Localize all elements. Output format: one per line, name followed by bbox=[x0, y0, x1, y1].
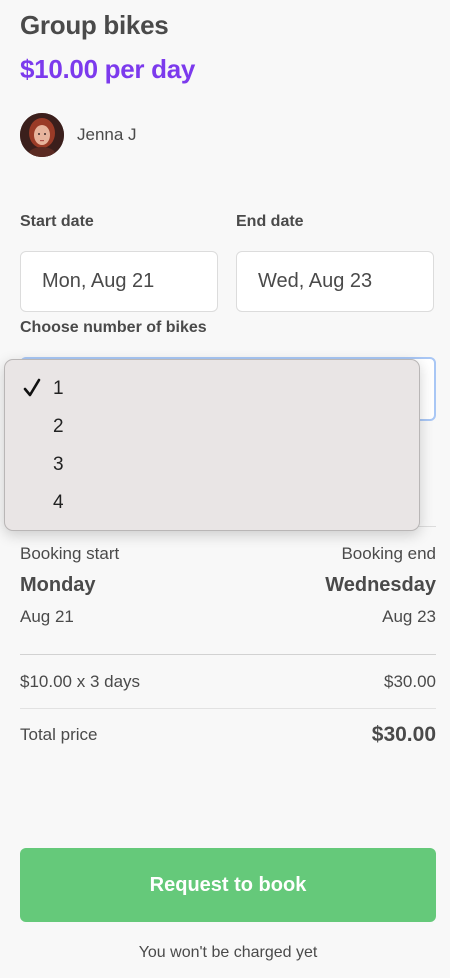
host-info: Jenna J bbox=[20, 113, 137, 157]
avatar-portrait-icon bbox=[20, 113, 64, 157]
bikes-option[interactable]: 4 bbox=[5, 484, 419, 522]
total-price-value: $30.00 bbox=[371, 723, 436, 746]
avatar[interactable] bbox=[20, 113, 64, 157]
charge-note: You won't be charged yet bbox=[138, 944, 318, 961]
booking-end-day: Wednesday bbox=[325, 574, 436, 596]
bikes-option-label: 1 bbox=[53, 378, 64, 399]
start-date-value: Mon, Aug 21 bbox=[42, 270, 155, 292]
bikes-label: Choose number of bikes bbox=[20, 319, 207, 336]
listing-title: Group bikes bbox=[20, 10, 169, 40]
line-item-value: $30.00 bbox=[384, 672, 436, 691]
booking-end-date: Aug 23 bbox=[382, 607, 436, 626]
listing-price: $10.00 per day bbox=[20, 54, 196, 84]
end-date-input[interactable]: Wed, Aug 23 bbox=[236, 251, 434, 312]
request-to-book-button[interactable]: Request to book bbox=[20, 848, 436, 922]
bikes-dropdown-menu: 1 2 3 4 bbox=[4, 359, 420, 531]
booking-start-label: Booking start bbox=[20, 544, 120, 563]
end-date-value: Wed, Aug 23 bbox=[258, 270, 373, 292]
start-date-label: Start date bbox=[20, 213, 94, 230]
bikes-option[interactable]: 2 bbox=[5, 408, 419, 446]
bikes-option[interactable]: 1 bbox=[5, 370, 419, 408]
host-name[interactable]: Jenna J bbox=[77, 125, 137, 145]
checkmark-icon bbox=[23, 378, 41, 397]
end-date-label: End date bbox=[236, 213, 304, 230]
bikes-option-label: 3 bbox=[53, 454, 64, 475]
bikes-option-label: 2 bbox=[53, 416, 64, 437]
total-price-label: Total price bbox=[20, 725, 98, 744]
booking-start-date: Aug 21 bbox=[20, 607, 74, 626]
booking-start-day: Monday bbox=[20, 574, 96, 596]
divider bbox=[20, 708, 436, 709]
divider bbox=[20, 654, 436, 655]
booking-end-label: Booking end bbox=[341, 544, 436, 563]
line-item-label: $10.00 x 3 days bbox=[20, 672, 141, 691]
start-date-input[interactable]: Mon, Aug 21 bbox=[20, 251, 218, 312]
bikes-option-label: 4 bbox=[53, 492, 64, 513]
bikes-option[interactable]: 3 bbox=[5, 446, 419, 484]
